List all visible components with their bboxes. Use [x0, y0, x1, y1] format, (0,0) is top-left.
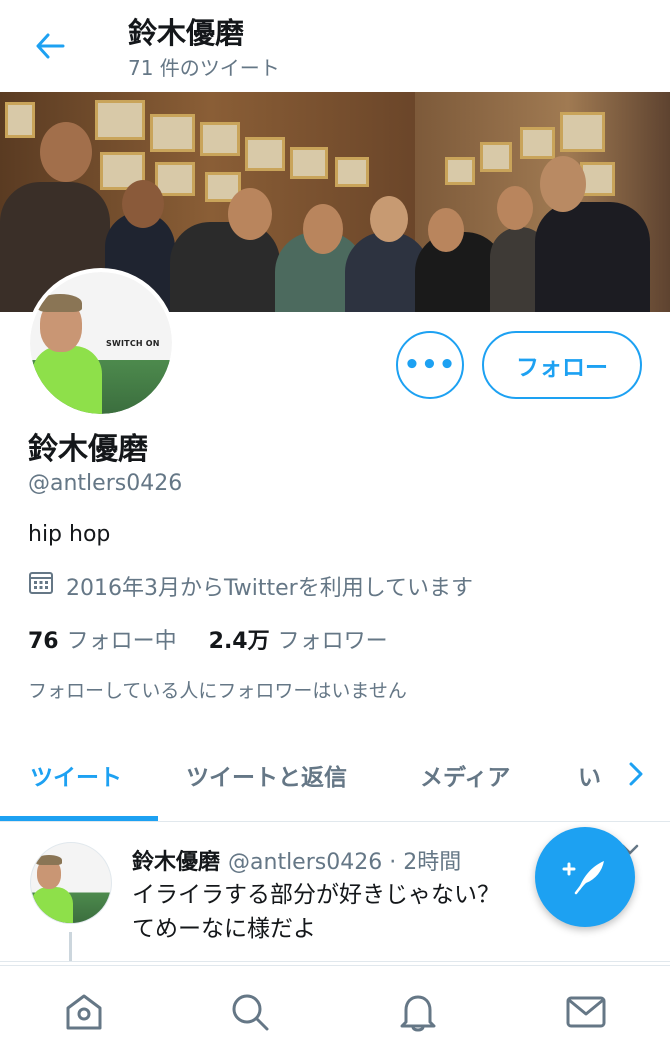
calendar-icon: [28, 570, 54, 602]
followers-count: 2.4万: [208, 629, 270, 654]
compose-tweet-icon: [560, 855, 610, 899]
compose-tweet-button[interactable]: [535, 827, 635, 927]
tab-tweets[interactable]: ツイート: [30, 758, 122, 792]
bottom-navigation: [0, 965, 670, 1055]
joined-text: 2016年3月からTwitterを利用しています: [66, 576, 474, 601]
profile-avatar[interactable]: SWITCH ON: [26, 268, 176, 418]
more-dots-icon: •••: [403, 350, 457, 380]
tweet-text-line-1: イライラする部分が好きじゃない？: [132, 882, 500, 908]
bell-icon[interactable]: [396, 990, 440, 1034]
follow-button[interactable]: フォロー: [482, 331, 642, 399]
profile-handle: @antlers0426: [28, 471, 183, 496]
profile-bio: hip hop: [28, 522, 111, 547]
tweet-time: · 2時間: [389, 850, 462, 875]
tab-media[interactable]: メディア: [420, 758, 510, 792]
tab-likes[interactable]: い: [578, 758, 601, 792]
following-link[interactable]: 76 フォロー中: [28, 623, 177, 655]
tweet-count: 71 件のツイート: [128, 56, 280, 80]
mail-icon[interactable]: [564, 990, 608, 1034]
followers-link[interactable]: 2.4万 フォロワー: [209, 623, 388, 655]
avatar-logo-text: SWITCH ON: [106, 339, 160, 348]
tweet-avatar[interactable]: [30, 842, 112, 924]
profile-tabs: ツイート ツイートと返信 メディア い: [0, 742, 670, 822]
top-bar: 鈴木優磨 71 件のツイート: [0, 0, 670, 92]
tweet-text-line-2: てめーなに様だよ: [132, 916, 316, 942]
search-icon[interactable]: [228, 990, 272, 1034]
tweet-author-handle: @antlers0426: [228, 850, 383, 875]
profile-name: 鈴木優磨: [28, 432, 148, 467]
tweet-header: 鈴木優磨 @antlers0426 · 2時間: [132, 844, 461, 876]
back-arrow-icon[interactable]: [30, 26, 70, 66]
tweet-author-name: 鈴木優磨: [132, 850, 221, 875]
header-title: 鈴木優磨: [128, 16, 245, 50]
more-options-button[interactable]: •••: [396, 331, 464, 399]
mutual-followers-note: フォローしている人にフォロワーはいません: [28, 680, 407, 702]
joined-date-row: 2016年3月からTwitterを利用しています: [28, 570, 473, 602]
following-count: 76: [28, 629, 59, 654]
following-label: フォロー中: [66, 629, 177, 654]
chevron-right-icon[interactable]: [618, 756, 654, 792]
home-icon[interactable]: [62, 990, 106, 1034]
follow-stats: 76 フォロー中 2.4万 フォロワー: [28, 623, 388, 655]
thread-line: [69, 932, 72, 961]
followers-label: フォロワー: [277, 629, 388, 654]
active-tab-indicator: [0, 816, 158, 821]
tweet-text: イライラする部分が好きじゃない？ てめーなに様だよ: [132, 878, 552, 946]
tab-tweets-and-replies[interactable]: ツイートと返信: [186, 758, 347, 792]
